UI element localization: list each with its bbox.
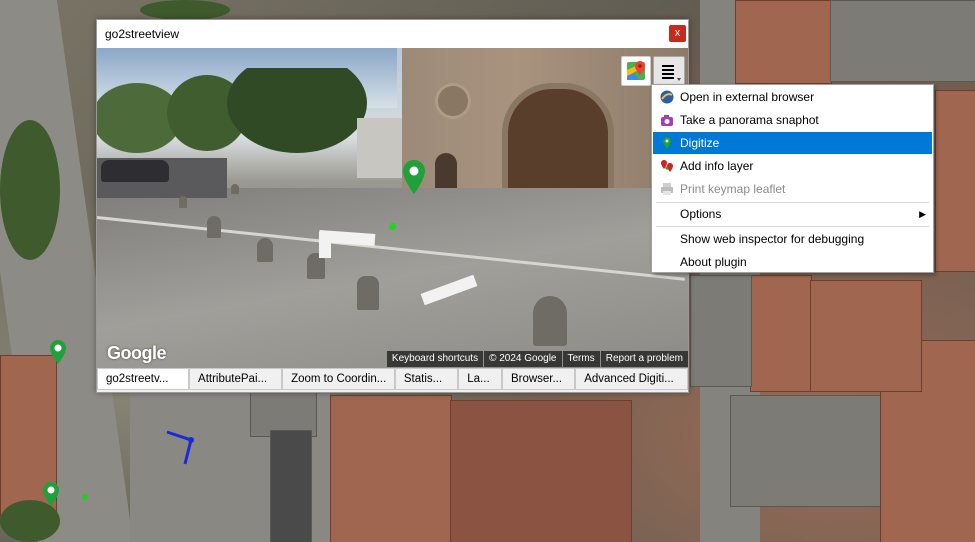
camera-icon bbox=[661, 115, 673, 126]
menu-item-web-inspector[interactable]: Show web inspector for debugging bbox=[653, 228, 932, 250]
facade-ornament bbox=[435, 83, 471, 119]
position-dot bbox=[82, 494, 88, 500]
plugin-menu: Open in external browser Take a panorama… bbox=[651, 84, 934, 273]
bollard bbox=[179, 196, 187, 208]
google-logo: Google bbox=[107, 343, 167, 363]
menu-item-panorama-snapshot[interactable]: Take a panorama snaphot bbox=[653, 109, 932, 131]
building-roof bbox=[735, 0, 832, 84]
go2streetview-window: go2streetview x Google Keyboard shortcut… bbox=[96, 19, 689, 393]
parking-lot bbox=[270, 430, 312, 542]
menu-item-about-plugin[interactable]: About plugin bbox=[653, 251, 932, 273]
streetview-panorama[interactable]: Google Keyboard shortcuts © 2024 Google … bbox=[97, 48, 688, 368]
building-roof bbox=[810, 280, 922, 392]
map-pin-icon bbox=[663, 137, 671, 149]
tab-statistics[interactable]: Statis... bbox=[394, 369, 459, 390]
submenu-arrow-icon: ▶ bbox=[919, 209, 926, 219]
building-roof bbox=[690, 275, 752, 387]
map-marker-icon[interactable] bbox=[43, 482, 59, 506]
view-direction-indicator bbox=[166, 430, 194, 465]
tab-layers[interactable]: La... bbox=[458, 369, 502, 390]
tab-go2streetview[interactable]: go2streetv... bbox=[97, 369, 190, 390]
tab-attributepainter[interactable]: AttributePai... bbox=[189, 369, 283, 390]
menu-item-label: Options bbox=[680, 207, 722, 221]
copyright-text: © 2024 Google bbox=[484, 351, 562, 367]
window-title: go2streetview bbox=[105, 27, 180, 41]
building-roof bbox=[830, 0, 975, 82]
google-maps-button[interactable] bbox=[621, 56, 651, 86]
keyboard-shortcuts-link[interactable]: Keyboard shortcuts bbox=[386, 351, 484, 367]
google-maps-icon bbox=[627, 61, 645, 80]
menu-item-label: Show web inspector for debugging bbox=[680, 232, 865, 246]
tree bbox=[140, 0, 230, 20]
digitize-marker-icon[interactable] bbox=[403, 160, 425, 194]
menu-item-label: Print keymap leaflet bbox=[680, 182, 786, 196]
navigation-arrow-back-tip bbox=[319, 232, 331, 258]
browser-icon bbox=[660, 90, 674, 104]
menu-item-label: About plugin bbox=[680, 255, 747, 269]
car bbox=[101, 160, 169, 182]
menu-item-label: Take a panorama snaphot bbox=[680, 113, 819, 127]
menu-item-options[interactable]: Options ▶ bbox=[653, 203, 932, 225]
menu-item-label: Digitize bbox=[680, 136, 720, 150]
bollard bbox=[533, 296, 567, 346]
menu-item-digitize[interactable]: Digitize bbox=[653, 132, 932, 154]
bollard bbox=[257, 238, 273, 262]
report-problem-link[interactable]: Report a problem bbox=[600, 351, 688, 367]
hamburger-menu-icon bbox=[662, 65, 681, 81]
map-marker-icon[interactable] bbox=[50, 340, 66, 364]
building-roof bbox=[450, 400, 632, 542]
tab-browser[interactable]: Browser... bbox=[501, 369, 576, 390]
menu-item-print-keymap: Print keymap leaflet bbox=[653, 178, 932, 200]
printer-icon bbox=[661, 183, 673, 195]
menu-button[interactable] bbox=[653, 56, 685, 86]
tree bbox=[0, 500, 60, 542]
window-titlebar[interactable]: go2streetview x bbox=[97, 20, 688, 48]
bollard bbox=[207, 216, 221, 238]
menu-item-open-external-browser[interactable]: Open in external browser bbox=[653, 86, 932, 108]
terms-link[interactable]: Terms bbox=[562, 351, 600, 367]
map-credits: Keyboard shortcuts © 2024 Google Terms R… bbox=[386, 351, 688, 367]
menu-separator bbox=[656, 226, 929, 227]
dock-tab-bar: go2streetv... AttributePai... Zoom to Co… bbox=[97, 368, 688, 392]
street-surface bbox=[97, 188, 688, 368]
digitize-point bbox=[389, 223, 396, 230]
tab-zoom-to-coordinates[interactable]: Zoom to Coordin... bbox=[282, 369, 395, 390]
menu-item-label: Open in external browser bbox=[680, 90, 815, 104]
building-roof bbox=[750, 275, 812, 392]
close-button[interactable]: x bbox=[669, 25, 686, 42]
building-roof bbox=[935, 90, 975, 272]
tree bbox=[0, 120, 60, 260]
info-layer-icon bbox=[661, 160, 673, 172]
menu-item-add-info-layer[interactable]: Add info layer bbox=[653, 155, 932, 177]
menu-item-label: Add info layer bbox=[680, 159, 754, 173]
bollard bbox=[357, 276, 379, 310]
building-roof bbox=[730, 395, 882, 507]
bollard bbox=[231, 184, 239, 194]
building-roof bbox=[330, 395, 452, 542]
tab-advanced-digitizing[interactable]: Advanced Digiti... bbox=[575, 369, 688, 390]
